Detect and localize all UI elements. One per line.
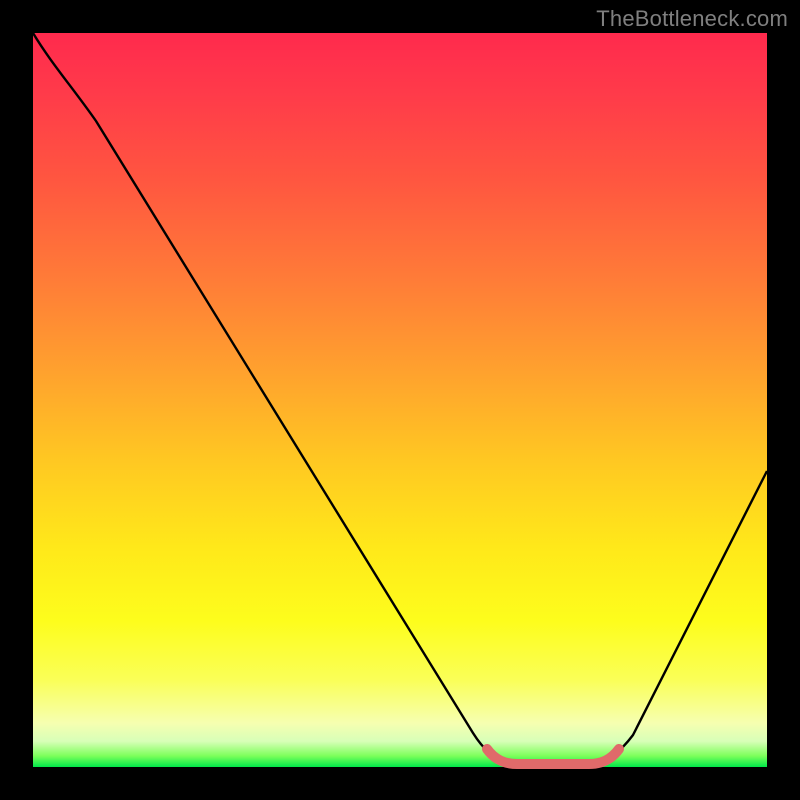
chart-svg	[33, 33, 767, 767]
bottleneck-curve	[33, 33, 767, 763]
plot-area	[33, 33, 767, 767]
watermark-text: TheBottleneck.com	[596, 6, 788, 32]
optimal-range-marker	[487, 749, 619, 764]
chart-container: TheBottleneck.com	[0, 0, 800, 800]
